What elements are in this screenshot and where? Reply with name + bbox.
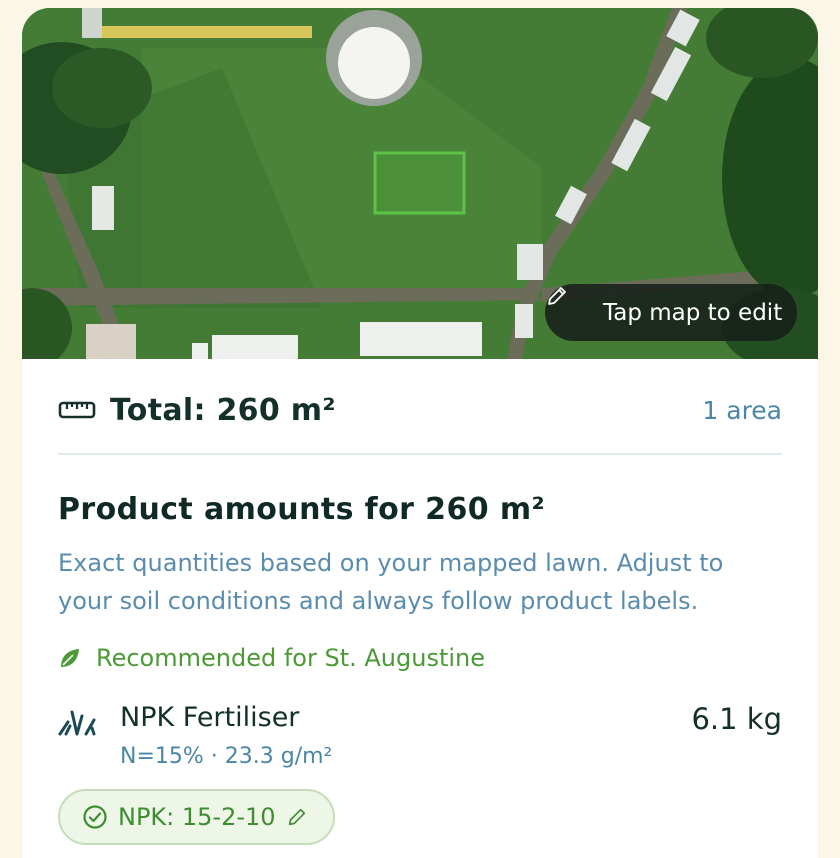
tap-map-to-edit-button[interactable]: Tap map to edit — [545, 284, 797, 341]
lawn-card: Tap map to edit Total: 260 m² 1 area Pro… — [22, 8, 818, 858]
recommendation-label: Recommended for St. Augustine — [96, 644, 486, 672]
total-area-label: Total: 260 m² — [110, 392, 336, 428]
pencil-icon — [548, 287, 591, 325]
satellite-map[interactable]: Tap map to edit — [22, 8, 818, 359]
pencil-icon — [286, 806, 308, 828]
recommendation-row: Recommended for St. Augustine — [58, 644, 485, 672]
total-area-row: Total: 260 m² 1 area — [58, 390, 782, 430]
tap-map-to-edit-label: Tap map to edit — [603, 299, 783, 326]
grass-icon — [58, 706, 96, 736]
leaf-icon — [58, 646, 82, 670]
npk-ratio-label: NPK: 15-2-10 — [118, 803, 276, 831]
check-circle-icon — [82, 804, 108, 830]
product-name: NPK Fertiliser — [120, 702, 300, 733]
area-count: 1 area — [702, 395, 782, 425]
product-amounts-description: Exact quantities based on your mapped la… — [58, 549, 724, 615]
product-amount: 6.1 kg — [691, 702, 782, 736]
npk-ratio-chip[interactable]: NPK: 15-2-10 — [58, 789, 335, 845]
divider — [58, 453, 782, 455]
product-application-rate: N=15% · 23.3 g/m² — [120, 744, 333, 769]
product-amounts-title: Product amounts for 260 m² — [58, 492, 546, 527]
ruler-icon — [58, 399, 96, 421]
product-item: NPK Fertiliser N=15% · 23.3 g/m² 6.1 kg — [58, 702, 782, 782]
